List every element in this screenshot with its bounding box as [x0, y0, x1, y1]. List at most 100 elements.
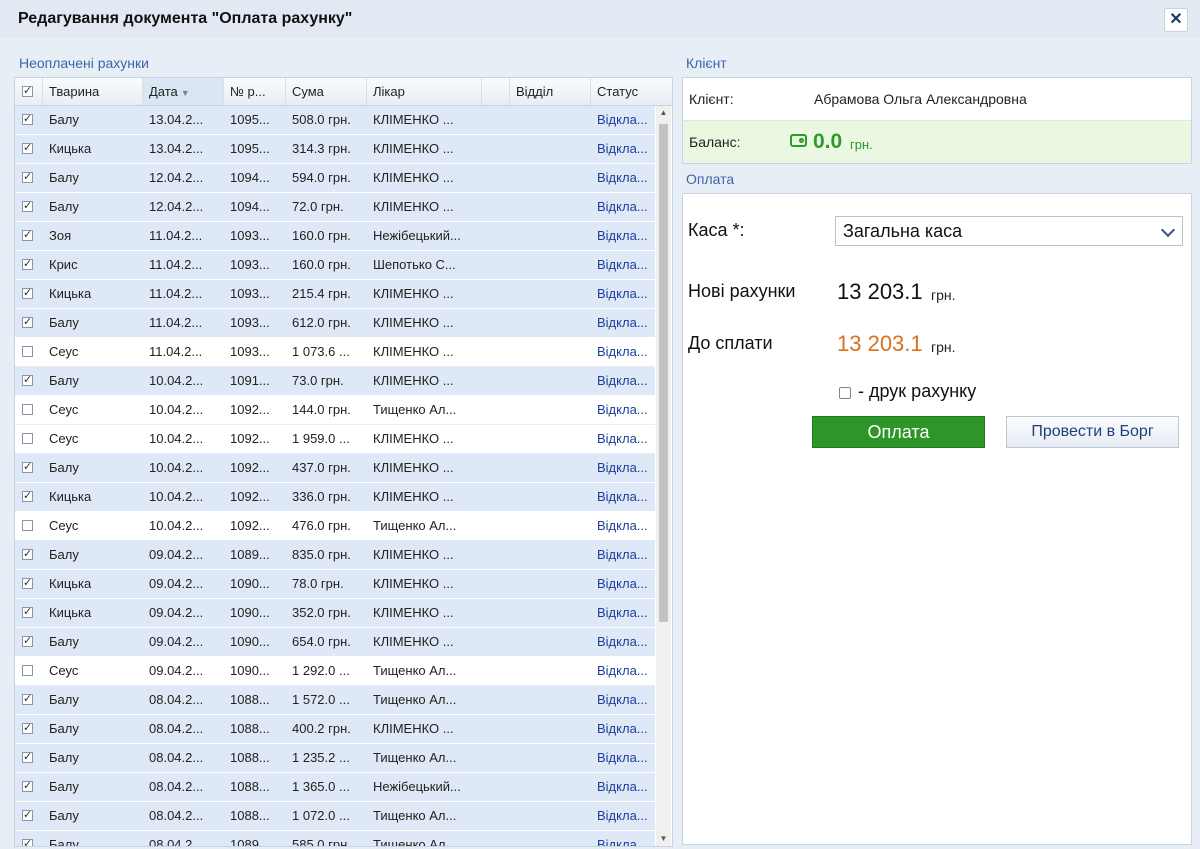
cell-status[interactable]: Відкла...: [591, 222, 655, 251]
row-checkbox[interactable]: [22, 433, 33, 444]
cell-status[interactable]: Відкла...: [591, 338, 655, 367]
table-row[interactable]: ✓ Кицька 09.04.2... 1090... 352.0 грн. КЛІМЕН…: [15, 599, 655, 628]
cell-status[interactable]: Відкла...: [591, 657, 655, 686]
cell-status[interactable]: Відкла...: [591, 715, 655, 744]
row-checkbox[interactable]: ✓: [22, 636, 33, 647]
column-header-department[interactable]: Відділ: [510, 78, 591, 105]
cell-status[interactable]: Відкла...: [591, 744, 655, 773]
row-checkbox[interactable]: ✓: [22, 317, 33, 328]
table-row[interactable]: Сеус 10.04.2... 1092... 476.0 грн. Тищенко А…: [15, 512, 655, 541]
table-row[interactable]: ✓ Балу 08.04.2... 1088... 1 365.0 ... Нежібец…: [15, 773, 655, 802]
cell-status[interactable]: Відкла...: [591, 802, 655, 831]
select-all-checkbox[interactable]: ✓: [22, 86, 33, 97]
table-row[interactable]: ✓ Балу 09.04.2... 1090... 654.0 грн. КЛІМЕНКО…: [15, 628, 655, 657]
cell-status[interactable]: Відкла...: [591, 280, 655, 309]
table-row[interactable]: Сеус 11.04.2... 1093... 1 073.6 ... КЛІМЕНКО…: [15, 338, 655, 367]
row-checkbox[interactable]: ✓: [22, 578, 33, 589]
cell-date: 11.04.2...: [149, 228, 203, 243]
table-row[interactable]: ✓ Балу 08.04.2... 1088... 400.2 грн. КЛІМЕНКО…: [15, 715, 655, 744]
table-row[interactable]: ✓ Кицька 11.04.2... 1093... 215.4 грн. КЛІМЕН…: [15, 280, 655, 309]
cell-status[interactable]: Відкла...: [591, 599, 655, 628]
cell-status[interactable]: Відкла...: [591, 193, 655, 222]
cell-status[interactable]: Відкла...: [591, 686, 655, 715]
table-row[interactable]: ✓ Балу 11.04.2... 1093... 612.0 грн. КЛІМЕНКО…: [15, 309, 655, 338]
column-header-sum[interactable]: Сума: [286, 78, 367, 105]
cell-status[interactable]: Відкла...: [591, 309, 655, 338]
table-row[interactable]: ✓ Балу 10.04.2... 1092... 437.0 грн. КЛІМЕНКО…: [15, 454, 655, 483]
row-checkbox[interactable]: ✓: [22, 201, 33, 212]
cell-status[interactable]: Відкла...: [591, 164, 655, 193]
table-row[interactable]: Сеус 10.04.2... 1092... 1 959.0 ... КЛІМЕНКО…: [15, 425, 655, 454]
table-row[interactable]: ✓ Кицька 13.04.2... 1095... 314.3 грн. КЛІМЕН…: [15, 135, 655, 164]
table-row[interactable]: ✓ Кицька 10.04.2... 1092... 336.0 грн. КЛІМЕН…: [15, 483, 655, 512]
cell-status[interactable]: Відкла...: [591, 396, 655, 425]
row-checkbox[interactable]: ✓: [22, 143, 33, 154]
row-checkbox[interactable]: [22, 520, 33, 531]
cell-status[interactable]: Відкла...: [591, 135, 655, 164]
row-checkbox[interactable]: ✓: [22, 723, 33, 734]
column-header-status[interactable]: Статус: [591, 78, 672, 105]
column-header-doctor[interactable]: Лікар: [367, 78, 482, 105]
scroll-down-icon[interactable]: ▼: [656, 832, 671, 846]
row-checkbox[interactable]: ✓: [22, 491, 33, 502]
cell-status[interactable]: Відкла...: [591, 454, 655, 483]
row-checkbox[interactable]: ✓: [22, 810, 33, 821]
cell-status[interactable]: Відкла...: [591, 251, 655, 280]
table-row[interactable]: ✓ Балу 12.04.2... 1094... 72.0 грн. КЛІМЕНКО …: [15, 193, 655, 222]
cash-select[interactable]: Загальна каса: [835, 216, 1183, 246]
table-row[interactable]: Сеус 09.04.2... 1090... 1 292.0 ... Тищенко …: [15, 657, 655, 686]
table-row[interactable]: ✓ Балу 13.04.2... 1095... 508.0 грн. КЛІМЕНКО…: [15, 106, 655, 135]
cell-status[interactable]: Відкла...: [591, 628, 655, 657]
cell-status[interactable]: Відкла...: [591, 773, 655, 802]
table-row[interactable]: ✓ Кицька 09.04.2... 1090... 78.0 грн. КЛІМЕНК…: [15, 570, 655, 599]
scroll-thumb[interactable]: [659, 124, 668, 622]
table-row[interactable]: ✓ Балу 08.04.2... 1088... 1 235.2 ... Тищенко…: [15, 744, 655, 773]
row-checkbox[interactable]: [22, 404, 33, 415]
column-header-date[interactable]: Дата ▼: [143, 78, 224, 105]
table-row[interactable]: ✓ Балу 08.04.2... 1089... 585.0 грн. Тищенко …: [15, 831, 655, 846]
row-checkbox[interactable]: ✓: [22, 375, 33, 386]
cell-status[interactable]: Відкла...: [591, 425, 655, 454]
row-checkbox[interactable]: ✓: [22, 549, 33, 560]
row-checkbox[interactable]: ✓: [22, 781, 33, 792]
pay-button[interactable]: Оплата: [812, 416, 985, 448]
row-checkbox[interactable]: ✓: [22, 839, 33, 846]
close-button[interactable]: ✕: [1164, 8, 1188, 32]
row-checkbox[interactable]: ✓: [22, 694, 33, 705]
table-row[interactable]: ✓ Балу 08.04.2... 1088... 1 572.0 ... Тищенко…: [15, 686, 655, 715]
scroll-up-icon[interactable]: ▲: [656, 106, 671, 120]
table-row[interactable]: Сеус 10.04.2... 1092... 144.0 грн. Тищенко А…: [15, 396, 655, 425]
cell-number: 1088...: [230, 779, 270, 794]
cell-status[interactable]: Відкла...: [591, 831, 655, 846]
cell-status[interactable]: Відкла...: [591, 106, 655, 135]
row-checkbox[interactable]: ✓: [22, 752, 33, 763]
move-to-debt-button[interactable]: Провести в Борг: [1006, 416, 1179, 448]
cell-status[interactable]: Відкла...: [591, 541, 655, 570]
table-row[interactable]: ✓ Балу 09.04.2... 1089... 835.0 грн. КЛІМЕНКО…: [15, 541, 655, 570]
row-checkbox[interactable]: [22, 346, 33, 357]
table-row[interactable]: ✓ Крис 11.04.2... 1093... 160.0 грн. Шепотько…: [15, 251, 655, 280]
cell-status[interactable]: Відкла...: [591, 570, 655, 599]
cell-status[interactable]: Відкла...: [591, 512, 655, 541]
table-row[interactable]: ✓ Зоя 11.04.2... 1093... 160.0 грн. Нежібецьк…: [15, 222, 655, 251]
row-checkbox[interactable]: ✓: [22, 259, 33, 270]
row-checkbox[interactable]: ✓: [22, 288, 33, 299]
column-header-animal[interactable]: Тварина: [43, 78, 143, 105]
table-row[interactable]: ✓ Балу 08.04.2... 1088... 1 072.0 ... Тищенко…: [15, 802, 655, 831]
row-checkbox[interactable]: [22, 665, 33, 676]
row-checkbox[interactable]: ✓: [22, 462, 33, 473]
row-checkbox[interactable]: ✓: [22, 114, 33, 125]
table-row[interactable]: ✓ Балу 10.04.2... 1091... 73.0 грн. КЛІМЕНКО …: [15, 367, 655, 396]
cell-doctor: КЛІМЕНКО ...: [373, 605, 454, 620]
row-checkbox[interactable]: ✓: [22, 607, 33, 618]
row-checkbox[interactable]: ✓: [22, 172, 33, 183]
grid-scrollbar[interactable]: ▲ ▼: [656, 106, 671, 846]
column-header-number[interactable]: № р...: [224, 78, 286, 105]
cell-status[interactable]: Відкла...: [591, 367, 655, 396]
cell-status[interactable]: Відкла...: [591, 483, 655, 512]
table-row[interactable]: ✓ Балу 12.04.2... 1094... 594.0 грн. КЛІМЕНКО…: [15, 164, 655, 193]
print-invoice-checkbox[interactable]: [839, 387, 851, 399]
row-checkbox[interactable]: ✓: [22, 230, 33, 241]
header-select-all[interactable]: ✓: [15, 78, 43, 105]
cell-number: 1092...: [230, 402, 270, 417]
